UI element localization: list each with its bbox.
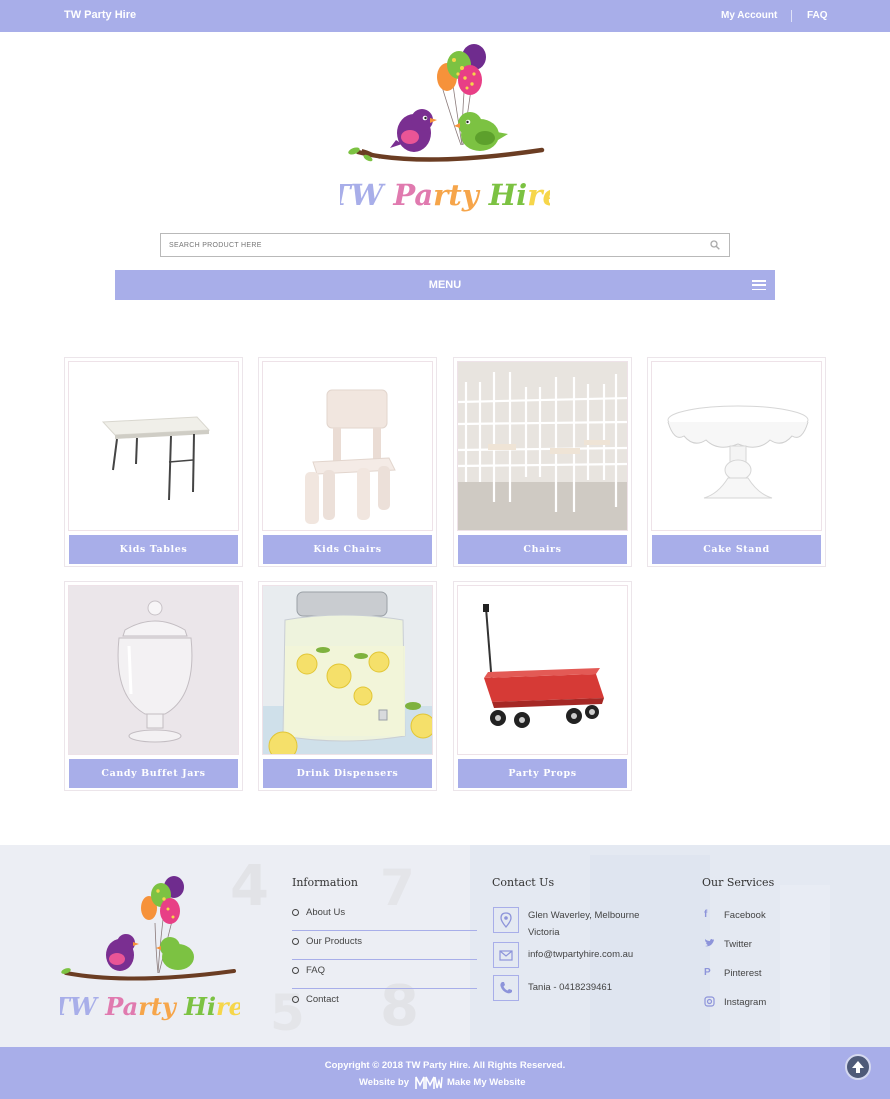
my-account-link[interactable]: My Account: [721, 10, 777, 21]
twitter-icon: [704, 938, 716, 950]
bullet-icon: [292, 967, 299, 974]
email-icon: [493, 942, 519, 968]
category-card-party-props[interactable]: Party Props: [453, 581, 632, 791]
top-bar: TW Party Hire My Account FAQ: [0, 0, 890, 32]
footer-link-label[interactable]: About Us: [306, 907, 345, 918]
footer-link-our-products[interactable]: Our Products: [292, 931, 477, 960]
category-image[interactable]: [68, 585, 239, 755]
footer-logo[interactable]: TW Party Hire: [60, 873, 240, 1028]
hamburger-icon[interactable]: [752, 280, 766, 291]
pinterest-icon: P: [704, 967, 711, 978]
site-logo[interactable]: TW Party Hire: [340, 40, 550, 220]
category-card-kids-chairs[interactable]: Kids Chairs: [258, 357, 437, 567]
footer-link-faq[interactable]: FAQ: [292, 960, 477, 989]
category-label[interactable]: Party Props: [458, 759, 627, 788]
contact-phone[interactable]: Tania - 0418239461: [528, 979, 612, 996]
category-label[interactable]: Chairs: [458, 535, 627, 564]
menu-label: MENU: [428, 279, 462, 291]
contact-title: Contact Us: [492, 876, 555, 889]
brand-link[interactable]: TW Party Hire: [64, 9, 136, 21]
scroll-to-top-button[interactable]: [845, 1054, 871, 1080]
main-menu-bar[interactable]: MENU: [115, 270, 775, 300]
location-icon: [493, 907, 519, 933]
svg-text:TW Party Hire: TW Party Hire: [340, 178, 550, 212]
category-image[interactable]: [262, 585, 433, 755]
service-label[interactable]: Twitter: [724, 939, 752, 950]
information-title: Information: [292, 876, 359, 889]
topbar-divider: [791, 10, 792, 22]
bullet-icon: [292, 938, 299, 945]
category-card-kids-tables[interactable]: Kids Tables: [64, 357, 243, 567]
category-card-candy-buffet-jars[interactable]: Candy Buffet Jars: [64, 581, 243, 791]
faq-link[interactable]: FAQ: [807, 10, 828, 21]
phone-icon: [493, 975, 519, 1001]
category-card-drink-dispensers[interactable]: Drink Dispensers: [258, 581, 437, 791]
service-label[interactable]: Pinterest: [724, 968, 762, 979]
search-icon[interactable]: [710, 240, 720, 250]
address-line1: Glen Waverley, Melbourne: [528, 910, 640, 921]
search-bar: [160, 233, 730, 257]
make-my-website-logo[interactable]: [415, 1075, 443, 1090]
website-by-text: Website by: [359, 1077, 409, 1088]
instagram-icon: [704, 996, 716, 1008]
category-label[interactable]: Cake Stand: [652, 535, 821, 564]
category-image[interactable]: [457, 361, 628, 531]
service-label[interactable]: Facebook: [724, 910, 766, 921]
bottom-bar: Copyright © 2018 TW Party Hire. All Righ…: [0, 1047, 890, 1099]
service-label[interactable]: Instagram: [724, 997, 766, 1008]
category-label[interactable]: Candy Buffet Jars: [69, 759, 238, 788]
copyright-text: Copyright © 2018 TW Party Hire. All Righ…: [324, 1060, 566, 1071]
category-image[interactable]: [262, 361, 433, 531]
contact-email[interactable]: info@twpartyhire.com.au: [528, 946, 633, 963]
category-image[interactable]: [68, 361, 239, 531]
footer-link-about-us[interactable]: About Us: [292, 902, 477, 931]
agency-link[interactable]: Make My Website: [447, 1077, 526, 1088]
address-line2: Victoria: [528, 927, 560, 938]
category-label[interactable]: Drink Dispensers: [263, 759, 432, 788]
category-label[interactable]: Kids Chairs: [263, 535, 432, 564]
category-image[interactable]: [651, 361, 822, 531]
search-input[interactable]: [169, 239, 689, 251]
svg-text:TW Party Hire: TW Party Hire: [60, 992, 240, 1021]
footer: 4 8 5 7 TW Party Hire Information About …: [0, 845, 890, 1047]
category-card-cake-stand[interactable]: Cake Stand: [647, 357, 826, 567]
facebook-icon: f: [704, 909, 708, 920]
arrow-up-icon: [852, 1061, 864, 1073]
bullet-icon: [292, 909, 299, 916]
contact-address: Glen Waverley, Melbourne Victoria: [528, 907, 639, 941]
category-label[interactable]: Kids Tables: [69, 535, 238, 564]
category-image[interactable]: [457, 585, 628, 755]
bullet-icon: [292, 996, 299, 1003]
footer-link-label[interactable]: Our Products: [306, 936, 362, 947]
footer-link-contact[interactable]: Contact: [292, 989, 477, 1018]
footer-link-label[interactable]: FAQ: [306, 965, 325, 976]
services-title: Our Services: [702, 876, 775, 889]
footer-link-label[interactable]: Contact: [306, 994, 339, 1005]
category-card-chairs[interactable]: Chairs: [453, 357, 632, 567]
